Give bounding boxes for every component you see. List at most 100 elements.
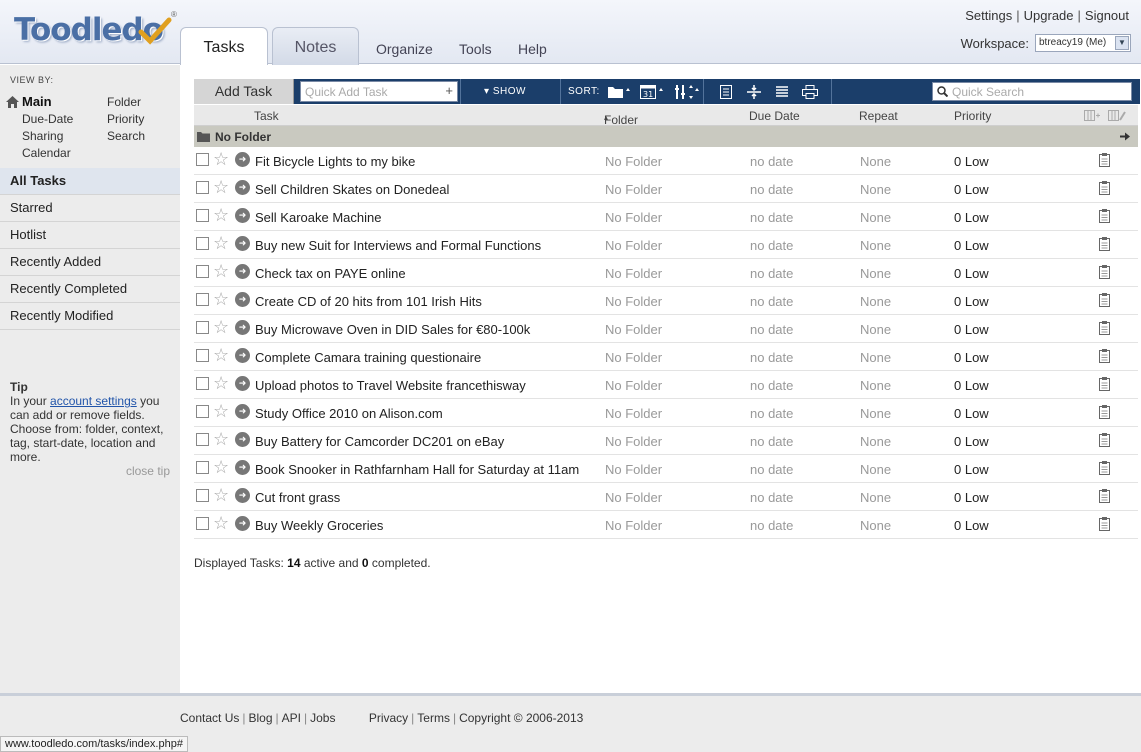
add-task-button[interactable]: Add Task bbox=[194, 79, 294, 104]
task-priority[interactable]: 0 Low bbox=[954, 350, 989, 365]
note-icon[interactable] bbox=[1099, 209, 1110, 223]
complete-checkbox[interactable] bbox=[196, 293, 209, 306]
task-priority[interactable]: 0 Low bbox=[954, 182, 989, 197]
task-repeat[interactable]: None bbox=[860, 518, 891, 533]
task-row[interactable]: ☆ ➜ Check tax on PAYE online No Folder no da… bbox=[194, 259, 1138, 287]
go-arrow-icon[interactable]: ➜ bbox=[235, 488, 250, 503]
note-icon[interactable] bbox=[1099, 321, 1110, 335]
sort-date-icon[interactable]: 31 bbox=[640, 83, 664, 100]
note-icon[interactable] bbox=[1099, 181, 1110, 195]
task-row[interactable]: ☆ ➜ Buy Microwave Oven in DID Sales for €8… bbox=[194, 315, 1138, 343]
note-icon[interactable] bbox=[1099, 237, 1110, 251]
task-repeat[interactable]: None bbox=[860, 322, 891, 337]
go-arrow-icon[interactable]: ➜ bbox=[235, 376, 250, 391]
view-by-folder[interactable]: Folder bbox=[107, 95, 141, 109]
complete-checkbox[interactable] bbox=[196, 153, 209, 166]
task-row[interactable]: ☆ ➜ Buy new Suit for Interviews and Formal… bbox=[194, 231, 1138, 259]
star-icon[interactable]: ☆ bbox=[213, 178, 229, 196]
task-title[interactable]: Upload photos to Travel Website franceth… bbox=[255, 378, 526, 393]
complete-checkbox[interactable] bbox=[196, 237, 209, 250]
view-by-main[interactable]: Main bbox=[22, 94, 52, 109]
task-due-date[interactable]: no date bbox=[750, 210, 793, 225]
task-priority[interactable]: 0 Low bbox=[954, 294, 989, 309]
task-priority[interactable]: 0 Low bbox=[954, 434, 989, 449]
sort-priority-icon[interactable] bbox=[674, 83, 700, 100]
sidebar-item-starred[interactable]: Starred bbox=[0, 195, 180, 222]
task-repeat[interactable]: None bbox=[860, 490, 891, 505]
task-repeat[interactable]: None bbox=[860, 294, 891, 309]
note-icon[interactable] bbox=[1099, 265, 1110, 279]
view-by-calendar[interactable]: Calendar bbox=[22, 146, 71, 160]
task-folder[interactable]: No Folder bbox=[605, 406, 662, 421]
nav-organize[interactable]: Organize bbox=[376, 41, 433, 57]
complete-checkbox[interactable] bbox=[196, 433, 209, 446]
task-folder[interactable]: No Folder bbox=[605, 182, 662, 197]
nav-help[interactable]: Help bbox=[518, 41, 547, 57]
footer-link-api[interactable]: API bbox=[282, 711, 301, 725]
star-icon[interactable]: ☆ bbox=[213, 374, 229, 392]
task-folder[interactable]: No Folder bbox=[605, 154, 662, 169]
note-icon[interactable] bbox=[1099, 153, 1110, 167]
sidebar-item-hotlist[interactable]: Hotlist bbox=[0, 222, 180, 249]
star-icon[interactable]: ☆ bbox=[213, 234, 229, 252]
note-icon[interactable] bbox=[1099, 433, 1110, 447]
list-view-icon[interactable] bbox=[720, 83, 732, 100]
star-icon[interactable]: ☆ bbox=[213, 318, 229, 336]
go-arrow-icon[interactable]: ➜ bbox=[235, 236, 250, 251]
task-due-date[interactable]: no date bbox=[750, 462, 793, 477]
task-title[interactable]: Study Office 2010 on Alison.com bbox=[255, 406, 443, 421]
task-title[interactable]: Buy new Suit for Interviews and Formal F… bbox=[255, 238, 541, 253]
task-folder[interactable]: No Folder bbox=[605, 238, 662, 253]
note-icon[interactable] bbox=[1099, 461, 1110, 475]
sidebar-item-all-tasks[interactable]: All Tasks bbox=[0, 168, 180, 195]
split-view-icon[interactable] bbox=[747, 83, 761, 100]
task-title[interactable]: Complete Camara training questionaire bbox=[255, 350, 481, 365]
note-icon[interactable] bbox=[1099, 517, 1110, 531]
note-icon[interactable] bbox=[1099, 293, 1110, 307]
star-icon[interactable]: ☆ bbox=[213, 514, 229, 532]
view-by-sharing[interactable]: Sharing bbox=[22, 129, 63, 143]
column-add-icon[interactable] bbox=[1084, 110, 1100, 121]
task-title[interactable]: Fit Bicycle Lights to my bike bbox=[255, 154, 415, 169]
go-arrow-icon[interactable]: ➜ bbox=[235, 348, 250, 363]
task-priority[interactable]: 0 Low bbox=[954, 518, 989, 533]
star-icon[interactable]: ☆ bbox=[213, 206, 229, 224]
task-folder[interactable]: No Folder bbox=[605, 322, 662, 337]
sidebar-item-recently-modified[interactable]: Recently Modified bbox=[0, 303, 180, 330]
task-folder[interactable]: No Folder bbox=[605, 210, 662, 225]
view-by-due-date[interactable]: Due-Date bbox=[22, 112, 73, 126]
complete-checkbox[interactable] bbox=[196, 377, 209, 390]
footer-link-contact[interactable]: Contact Us bbox=[180, 711, 239, 725]
tab-notes[interactable]: Notes bbox=[272, 27, 359, 65]
print-icon[interactable] bbox=[802, 83, 818, 100]
task-title[interactable]: Create CD of 20 hits from 101 Irish Hits bbox=[255, 294, 482, 309]
task-folder[interactable]: No Folder bbox=[605, 490, 662, 505]
go-arrow-icon[interactable]: ➜ bbox=[235, 432, 250, 447]
task-priority[interactable]: 0 Low bbox=[954, 266, 989, 281]
star-icon[interactable]: ☆ bbox=[213, 402, 229, 420]
note-icon[interactable] bbox=[1099, 349, 1110, 363]
task-repeat[interactable]: None bbox=[860, 182, 891, 197]
task-repeat[interactable]: None bbox=[860, 434, 891, 449]
task-row[interactable]: ☆ ➜ Upload photos to Travel Website france… bbox=[194, 371, 1138, 399]
column-edit-icon[interactable] bbox=[1108, 110, 1126, 121]
task-due-date[interactable]: no date bbox=[750, 518, 793, 533]
view-by-priority[interactable]: Priority bbox=[107, 112, 144, 126]
task-folder[interactable]: No Folder bbox=[605, 294, 662, 309]
task-repeat[interactable]: None bbox=[860, 350, 891, 365]
task-folder[interactable]: No Folder bbox=[605, 266, 662, 281]
task-due-date[interactable]: no date bbox=[750, 182, 793, 197]
note-icon[interactable] bbox=[1099, 405, 1110, 419]
go-arrow-icon[interactable]: ➜ bbox=[235, 320, 250, 335]
go-arrow-icon[interactable]: ➜ bbox=[235, 180, 250, 195]
task-row[interactable]: ☆ ➜ Book Snooker in Rathfarnham Hall for S… bbox=[194, 455, 1138, 483]
task-row[interactable]: ☆ ➜ Create CD of 20 hits from 101 Irish Hi… bbox=[194, 287, 1138, 315]
tab-tasks[interactable]: Tasks bbox=[180, 27, 268, 65]
complete-checkbox[interactable] bbox=[196, 321, 209, 334]
go-arrow-icon[interactable]: ➜ bbox=[235, 292, 250, 307]
note-icon[interactable] bbox=[1099, 377, 1110, 391]
task-repeat[interactable]: None bbox=[860, 462, 891, 477]
task-repeat[interactable]: None bbox=[860, 154, 891, 169]
task-folder[interactable]: No Folder bbox=[605, 350, 662, 365]
task-title[interactable]: Sell Karoake Machine bbox=[255, 210, 381, 225]
